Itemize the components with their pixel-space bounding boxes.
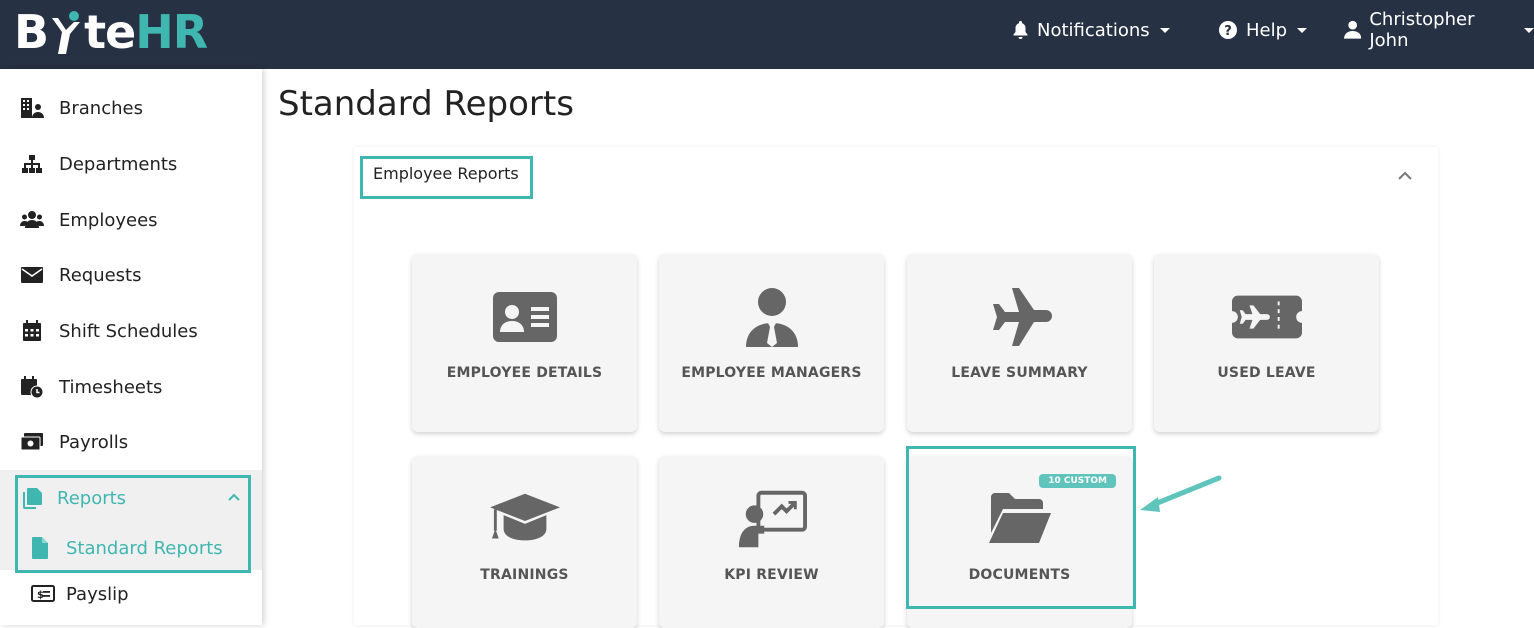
section-title[interactable]: Employee Reports	[373, 164, 519, 183]
tile-employee-managers[interactable]: EMPLOYEE MANAGERS	[659, 254, 884, 432]
sitemap-icon	[22, 155, 42, 173]
tile-kpi-review[interactable]: KPI REVIEW	[659, 456, 884, 628]
bell-icon	[1013, 21, 1028, 39]
plane-ticket-icon	[1231, 287, 1302, 347]
documents-highlight-frame	[906, 446, 1136, 609]
calendar-clock-icon	[21, 376, 44, 399]
sidebar-item-employees[interactable]: Employees	[0, 195, 262, 245]
tile-employee-details[interactable]: EMPLOYEE DETAILS	[412, 254, 637, 432]
money-icon	[20, 433, 43, 451]
sidebar-item-payrolls[interactable]: Payrolls	[0, 417, 262, 467]
envelope-icon	[21, 267, 43, 283]
graduation-cap-icon	[489, 489, 560, 549]
notifications-menu[interactable]: Notifications	[1012, 0, 1170, 60]
sidebar-item-requests[interactable]: Requests	[0, 250, 262, 300]
chevron-down-icon	[1524, 27, 1534, 33]
user-icon	[1344, 20, 1362, 39]
user-menu[interactable]: Christopher John	[1344, 0, 1534, 60]
chevron-up-icon[interactable]	[1396, 167, 1414, 185]
tile-trainings[interactable]: TRAININGS	[412, 456, 637, 628]
id-card-icon	[490, 287, 560, 347]
users-icon	[20, 211, 44, 228]
app-logo[interactable]: B te HR	[14, 5, 208, 59]
page-title: Standard Reports	[278, 84, 574, 124]
svg-text:$: $	[37, 590, 44, 601]
top-navbar: B te HR Notifications ? Help Christopher…	[0, 0, 1534, 69]
chevron-down-icon	[1159, 27, 1170, 33]
sidebar-item-shift-schedules[interactable]: Shift Schedules	[0, 306, 262, 356]
tile-leave-summary[interactable]: LEAVE SUMMARY	[907, 254, 1132, 432]
sidebar-item-payslip[interactable]: $ Payslip	[0, 569, 262, 619]
svg-text:?: ?	[1224, 24, 1232, 39]
help-menu[interactable]: ? Help	[1218, 0, 1308, 60]
chalkboard-teacher-icon	[737, 489, 807, 549]
sidebar-item-departments[interactable]: Departments	[0, 139, 262, 189]
sidebar-item-timesheets[interactable]: Timesheets	[0, 362, 262, 412]
calendar-icon	[23, 320, 41, 341]
reports-highlight-frame	[15, 475, 251, 573]
sidebar-item-branches[interactable]: Branches	[0, 83, 262, 133]
building-icon	[21, 98, 44, 118]
receipt-icon: $	[31, 585, 55, 602]
question-circle-icon: ?	[1219, 21, 1237, 39]
plane-icon	[985, 287, 1055, 347]
pointer-arrow-icon	[1140, 475, 1222, 512]
chevron-down-icon	[1297, 27, 1308, 33]
logo-figure-icon	[48, 6, 84, 58]
tile-used-leave[interactable]: USED LEAVE	[1154, 254, 1379, 432]
user-tie-icon	[737, 287, 807, 347]
